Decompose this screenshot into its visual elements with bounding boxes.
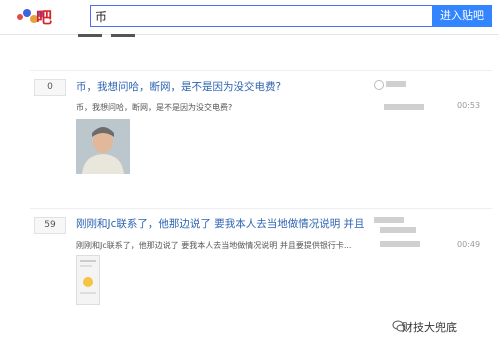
author-name[interactable] — [386, 81, 406, 87]
thread-item[interactable]: 0 币，我想问哈，断网，是不是因为没交电费? 币，我想问哈，断网，是不是因为没交… — [30, 70, 492, 191]
thread-image[interactable] — [76, 255, 100, 305]
reply-time: 00:49 — [457, 240, 481, 249]
last-reply-author[interactable] — [384, 104, 424, 110]
logo-text: 吧 — [36, 8, 52, 27]
author-name[interactable] — [380, 227, 416, 233]
enter-forum-button[interactable]: 进入贴吧 — [432, 5, 492, 27]
thread-excerpt: 币，我想问哈，断网，是不是因为没交电费? — [76, 103, 233, 112]
thread-excerpt: 刚刚和Jc联系了，他那边说了 要我本人去当地做情况说明 并且要提供银行卡... — [76, 241, 352, 250]
thread-image[interactable] — [76, 119, 130, 174]
thread-item[interactable]: 59 刚刚和Jc联系了，他那边说了 要我本人去当地做情况说明 并且 刚刚和Jc联… — [30, 208, 492, 309]
cut-off-item — [111, 34, 135, 37]
thread-title[interactable]: 币，我想问哈，断网，是不是因为没交电费? — [76, 79, 281, 94]
last-reply-author[interactable] — [380, 241, 420, 247]
search-box[interactable] — [90, 5, 432, 27]
author-name[interactable] — [374, 217, 404, 223]
cut-off-item — [78, 34, 102, 37]
top-bar: 吧 进入贴吧 — [0, 0, 499, 35]
user-icon — [374, 80, 384, 90]
reply-time: 00:53 — [457, 101, 481, 110]
search-input[interactable] — [91, 6, 432, 27]
watermark: 财技大兜底 — [402, 321, 457, 334]
thread-title[interactable]: 刚刚和Jc联系了，他那边说了 要我本人去当地做情况说明 并且 — [76, 216, 365, 231]
reply-count-badge: 0 — [34, 79, 66, 96]
reply-count-badge: 59 — [34, 217, 66, 234]
